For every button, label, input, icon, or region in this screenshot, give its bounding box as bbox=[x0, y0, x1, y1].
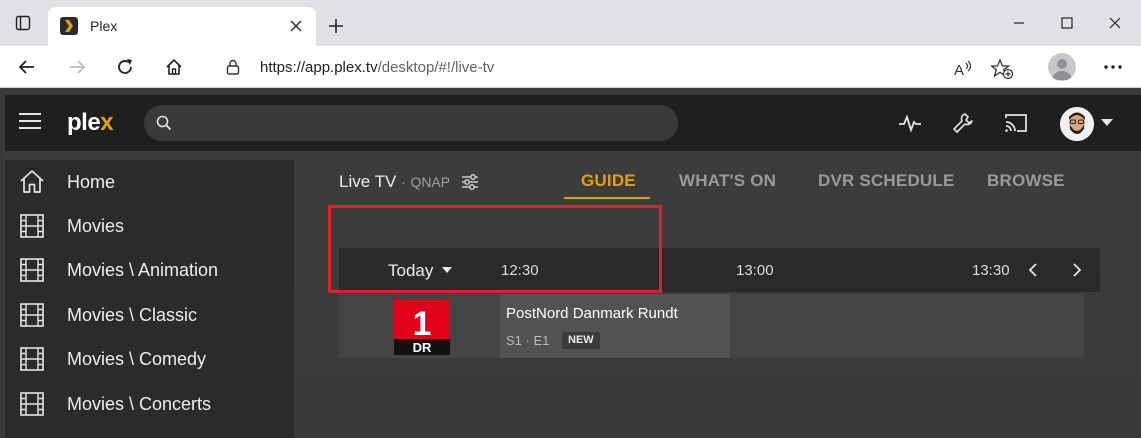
film-icon bbox=[19, 346, 45, 372]
menu-icon[interactable] bbox=[19, 113, 43, 133]
minimize-icon[interactable] bbox=[1005, 9, 1033, 37]
sidebar-item-label: Movies \ Classic bbox=[67, 305, 198, 325]
program-title: PostNord Danmark Rundt bbox=[506, 305, 678, 322]
episode-label: S1 · E1 bbox=[506, 333, 550, 348]
channel-row: 1 DR PostNord Danmark Rundt S1 · E1 NEW bbox=[339, 294, 1084, 358]
search-input[interactable] bbox=[144, 105, 678, 141]
live-tv-main: Live TV · QNAP GUIDE WHAT'S ON DVR SCHED… bbox=[294, 151, 1141, 438]
read-aloud-icon[interactable]: A bbox=[951, 57, 975, 81]
film-icon bbox=[19, 302, 45, 328]
sidebar-item-movies-animation[interactable]: Movies \ Animation bbox=[5, 248, 294, 292]
svg-text:A: A bbox=[954, 62, 964, 78]
sidebar-item-movies-concerts[interactable]: Movies \ Concerts bbox=[5, 382, 294, 426]
back-icon[interactable] bbox=[12, 52, 42, 82]
film-icon bbox=[19, 391, 45, 417]
browser-profile-avatar[interactable] bbox=[1048, 53, 1076, 81]
plex-top-bar: plex bbox=[5, 95, 1141, 151]
sidebar-item-movies-classic[interactable]: Movies \ Classic bbox=[5, 293, 294, 337]
sidebar-item-label: Home bbox=[67, 172, 116, 192]
sidebar-item-movies[interactable]: Movies bbox=[5, 204, 294, 248]
url-text: https://app.plex.tv/desktop/#!/live-tv bbox=[260, 59, 495, 76]
reload-icon[interactable] bbox=[110, 52, 140, 82]
browser-tab-bar: Plex bbox=[0, 0, 1141, 46]
active-tab-indicator bbox=[564, 197, 650, 199]
search-icon bbox=[156, 115, 172, 136]
svg-text:DR: DR bbox=[413, 340, 432, 355]
dr1-channel-logo[interactable]: 1 DR bbox=[394, 299, 450, 355]
tab-actions-icon[interactable] bbox=[8, 8, 38, 38]
close-window-icon[interactable] bbox=[1101, 9, 1129, 37]
sidebar-item-label: Movies bbox=[67, 216, 125, 236]
tab-dvr-schedule[interactable]: DVR SCHEDULE bbox=[818, 171, 955, 191]
filter-sliders-icon[interactable] bbox=[460, 172, 480, 197]
more-options-icon[interactable] bbox=[1098, 52, 1128, 82]
add-favorite-icon[interactable] bbox=[990, 57, 1014, 81]
sidebar-item-label: Movies \ Comedy bbox=[67, 349, 207, 369]
user-menu-chevron-down-icon[interactable] bbox=[1101, 119, 1113, 126]
user-avatar[interactable] bbox=[1060, 107, 1094, 141]
settings-wrench-icon[interactable] bbox=[949, 109, 977, 137]
plex-logo[interactable]: plex bbox=[67, 109, 114, 137]
browser-toolbar: https://app.plex.tv/desktop/#!/live-tv A bbox=[0, 46, 1141, 88]
sidebar-item-home[interactable]: Home bbox=[5, 160, 294, 204]
time-slot: 13:00 bbox=[736, 262, 774, 279]
home-browser-icon[interactable] bbox=[159, 52, 189, 82]
forward-icon[interactable] bbox=[62, 52, 92, 82]
tab-title: Plex bbox=[90, 18, 118, 34]
chevron-right-icon[interactable] bbox=[1067, 260, 1087, 280]
film-icon bbox=[19, 257, 45, 283]
home-icon bbox=[19, 169, 45, 195]
tab-whats-on[interactable]: WHAT'S ON bbox=[679, 171, 776, 191]
sidebar-item-movies-comedy[interactable]: Movies \ Comedy bbox=[5, 337, 294, 381]
lock-icon[interactable] bbox=[226, 59, 240, 80]
sidebar-item-label: Movies \ Concerts bbox=[67, 394, 212, 414]
maximize-icon[interactable] bbox=[1053, 9, 1081, 37]
close-tab-icon[interactable] bbox=[286, 16, 306, 36]
activity-icon[interactable] bbox=[896, 109, 924, 137]
plex-favicon-icon bbox=[60, 17, 78, 35]
program-cell[interactable]: PostNord Danmark Rundt S1 · E1 NEW bbox=[500, 294, 730, 358]
tab-browse[interactable]: BROWSE bbox=[987, 171, 1065, 191]
film-icon bbox=[19, 213, 45, 239]
sidebar: Home Movies Movies \ Animation Movies \ … bbox=[5, 160, 294, 438]
source-label: QNAP bbox=[410, 174, 451, 190]
sidebar-item-label: Movies \ Animation bbox=[67, 260, 219, 280]
time-slot: 13:30 bbox=[972, 262, 1010, 279]
tab-guide[interactable]: GUIDE bbox=[581, 171, 636, 191]
svg-text:1: 1 bbox=[413, 305, 432, 343]
cast-icon[interactable] bbox=[1002, 109, 1030, 137]
new-tab-icon[interactable] bbox=[322, 12, 350, 40]
browser-tab[interactable]: Plex bbox=[48, 7, 316, 46]
chevron-left-icon[interactable] bbox=[1023, 260, 1043, 280]
page-title: Live TV · QNAP bbox=[339, 172, 451, 191]
address-bar[interactable]: https://app.plex.tv/desktop/#!/live-tv A bbox=[206, 51, 1028, 83]
new-badge: NEW bbox=[562, 332, 600, 349]
annotation-highlight-box bbox=[328, 205, 662, 293]
